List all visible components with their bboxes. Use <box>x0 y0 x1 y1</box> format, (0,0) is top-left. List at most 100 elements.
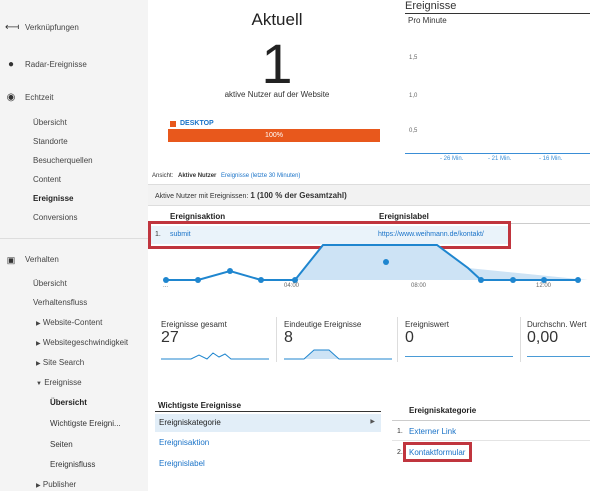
categories-header[interactable]: Ereigniskategorie <box>409 406 476 415</box>
tile-divider <box>276 317 277 362</box>
view-label: Ansicht: <box>152 173 174 179</box>
device-bar: 100% <box>168 129 380 142</box>
caret-right-icon: ▶ <box>36 321 41 327</box>
timeline-chart <box>163 244 588 283</box>
x-tick: - 16 Min. <box>539 156 563 162</box>
timeline-point <box>510 277 516 283</box>
summary-value: 1 (100 % der Gesamtzahl) <box>250 191 347 200</box>
metric-label: Ereignisse gesamt <box>161 320 227 329</box>
metric-tile-ereignisse-gesamt[interactable]: Ereignisse gesamt 27 <box>161 320 269 363</box>
nav-label: Ereignisse <box>44 378 82 387</box>
y-tick: 1,5 <box>409 55 418 61</box>
sidebar-divider <box>0 238 148 239</box>
nav-publisher[interactable]: ▶ Publisher <box>36 475 148 491</box>
events-chart-baseline <box>405 153 590 154</box>
nav-label: Site Search <box>42 358 85 367</box>
summary-text: Aktive Nutzer mit Ereignissen: 1 (100 % … <box>155 191 347 200</box>
timeline-area <box>295 245 588 280</box>
nav-label: Echtzeit <box>25 93 54 102</box>
link-arrow-icon: ⟻ <box>5 22 20 33</box>
metric-sparkline <box>405 356 513 357</box>
nav-seiten[interactable]: Seiten <box>50 435 148 455</box>
nav-verknuepfungen[interactable]: ⟻ Verknüpfungen <box>0 18 148 38</box>
nav-site-search[interactable]: ▶ Site Search <box>36 353 148 373</box>
col-ereignisaktion[interactable]: Ereignisaktion <box>170 212 225 221</box>
nav-website-content[interactable]: ▶ Website-Content <box>36 313 148 333</box>
nav-label: Websitegeschwindigkeit <box>42 338 129 347</box>
nav-radar-ereignisse[interactable]: ● Radar-Ereignisse <box>0 55 148 75</box>
timeline-point <box>258 277 264 283</box>
nav-content[interactable]: Content <box>33 170 148 190</box>
tab-ereignisse-30min[interactable]: Ereignisse (letzte 30 Minuten) <box>221 173 300 179</box>
nav-verhalten[interactable]: ▣ Verhalten <box>0 250 148 270</box>
metric-label: Eindeutige Ereignisse <box>284 320 362 329</box>
events-chart-subtitle: Pro Minute <box>408 16 447 25</box>
nav-ereignisse-echtzeit[interactable]: Ereignisse <box>33 189 148 209</box>
metric-value: 0,00 <box>527 329 559 346</box>
active-users-subtitle: aktive Nutzer auf der Website <box>224 90 330 99</box>
nav-besucherquellen[interactable]: Besucherquellen <box>33 151 148 171</box>
timeline-tick: 08:00 <box>411 283 427 289</box>
tile-divider <box>397 317 398 362</box>
highlight-box-kontaktformular <box>403 442 472 462</box>
sidebar: ⟻ Verknüpfungen ● Radar-Ereignisse ◉ Ech… <box>0 0 148 491</box>
metric-tile-ereigniswert[interactable]: Ereigniswert 0 <box>405 320 513 357</box>
tab-aktive-nutzer[interactable]: Aktive Nutzer <box>178 173 216 179</box>
nav-ereignisse-uebersicht[interactable]: Übersicht <box>50 393 148 413</box>
nav-echtzeit-uebersicht[interactable]: Übersicht <box>33 113 148 133</box>
top-events-title: Wichtigste Ereignisse <box>158 401 242 410</box>
nav-label: Radar-Ereignisse <box>25 60 87 69</box>
nav-echtzeit[interactable]: ◉ Echtzeit <box>0 88 148 108</box>
desktop-legend-swatch <box>170 121 176 127</box>
view-tabs: Ansicht: Aktive Nutzer Ereignisse (letzt… <box>152 173 300 179</box>
top-events-option[interactable]: Ereignislabel <box>159 459 205 468</box>
device-label: DESKTOP <box>180 120 214 127</box>
nav-ereignisse[interactable]: ▼ Ereignisse <box>36 373 148 393</box>
timeline-point <box>575 277 581 283</box>
events-chart-title-rule <box>405 13 590 14</box>
nav-ereignisfluss[interactable]: Ereignisfluss <box>50 455 148 475</box>
nav-verhalten-uebersicht[interactable]: Übersicht <box>33 274 148 294</box>
timeline-tick-first: ... <box>163 283 169 289</box>
metric-label: Ereigniswert <box>405 320 450 329</box>
metric-value: 0 <box>405 329 414 346</box>
timeline-tick: 12:00 <box>536 283 552 289</box>
caret-right-icon: ▶ <box>370 419 375 425</box>
timeline-point <box>383 259 389 265</box>
top-events-option-selected[interactable]: Ereigniskategorie ▶ <box>155 414 381 432</box>
row-number: 1. <box>397 428 403 435</box>
nav-verhaltensfluss[interactable]: Verhaltensfluss <box>33 293 148 313</box>
option-label: Ereigniskategorie <box>159 418 221 427</box>
metric-tile-eindeutige-ereignisse[interactable]: Eindeutige Ereignisse 8 <box>284 320 392 363</box>
metric-sparkline <box>284 349 392 360</box>
nav-standorte[interactable]: Standorte <box>33 132 148 152</box>
x-tick: - 21 Min. <box>488 156 512 162</box>
caret-down-icon: ▼ <box>36 381 42 387</box>
nav-conversions[interactable]: Conversions <box>33 208 148 228</box>
row-divider <box>392 440 590 441</box>
nav-wichtigste-ereignisse[interactable]: Wichtigste Ereigni... <box>50 414 148 434</box>
active-users-count: 1 <box>261 32 293 95</box>
nav-label: Verhalten <box>25 255 59 264</box>
device-percent: 100% <box>265 132 283 139</box>
timeline-point <box>478 277 484 283</box>
categories-header-rule <box>392 420 590 421</box>
nav-websitegeschwindigkeit[interactable]: ▶ Websitegeschwindigkeit <box>36 333 148 353</box>
metric-value: 8 <box>284 329 293 346</box>
nav-label: Publisher <box>42 480 77 489</box>
category-link[interactable]: Externer Link <box>409 427 456 436</box>
metric-tile-durchschn-wert[interactable]: Durchschn. Wert 0,00 <box>527 320 590 357</box>
caret-right-icon: ▶ <box>36 341 41 347</box>
realtime-title: Aktuell <box>251 10 303 29</box>
col-ereignislabel[interactable]: Ereignislabel <box>379 212 429 221</box>
metric-sparkline <box>161 352 269 360</box>
grid-icon: ▣ <box>6 255 16 265</box>
row-number: 2. <box>397 449 403 456</box>
top-events-option[interactable]: Ereignisaktion <box>159 438 209 447</box>
clock-icon: ◉ <box>6 92 16 103</box>
metric-sparkline <box>527 356 590 357</box>
timeline-point <box>227 268 233 274</box>
tile-divider <box>520 317 521 362</box>
top-events-rule <box>155 411 381 412</box>
caret-right-icon: ▶ <box>36 483 41 489</box>
